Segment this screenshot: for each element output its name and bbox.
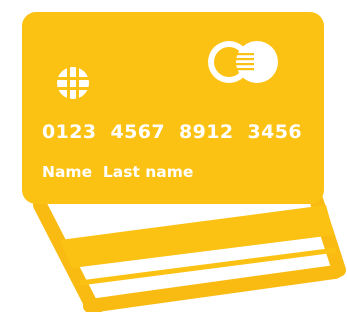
front-card: 0123 4567 8912 3456 Name Last name bbox=[22, 12, 324, 204]
card-network-logo-icon bbox=[208, 41, 278, 83]
credit-cards-illustration: 0123 4567 8912 3456 Name Last name bbox=[0, 0, 347, 312]
back-card-stripe bbox=[60, 205, 334, 268]
card-number: 0123 4567 8912 3456 bbox=[42, 121, 303, 143]
card-holder-name: Name Last name bbox=[42, 163, 194, 181]
chip-icon bbox=[56, 66, 90, 100]
